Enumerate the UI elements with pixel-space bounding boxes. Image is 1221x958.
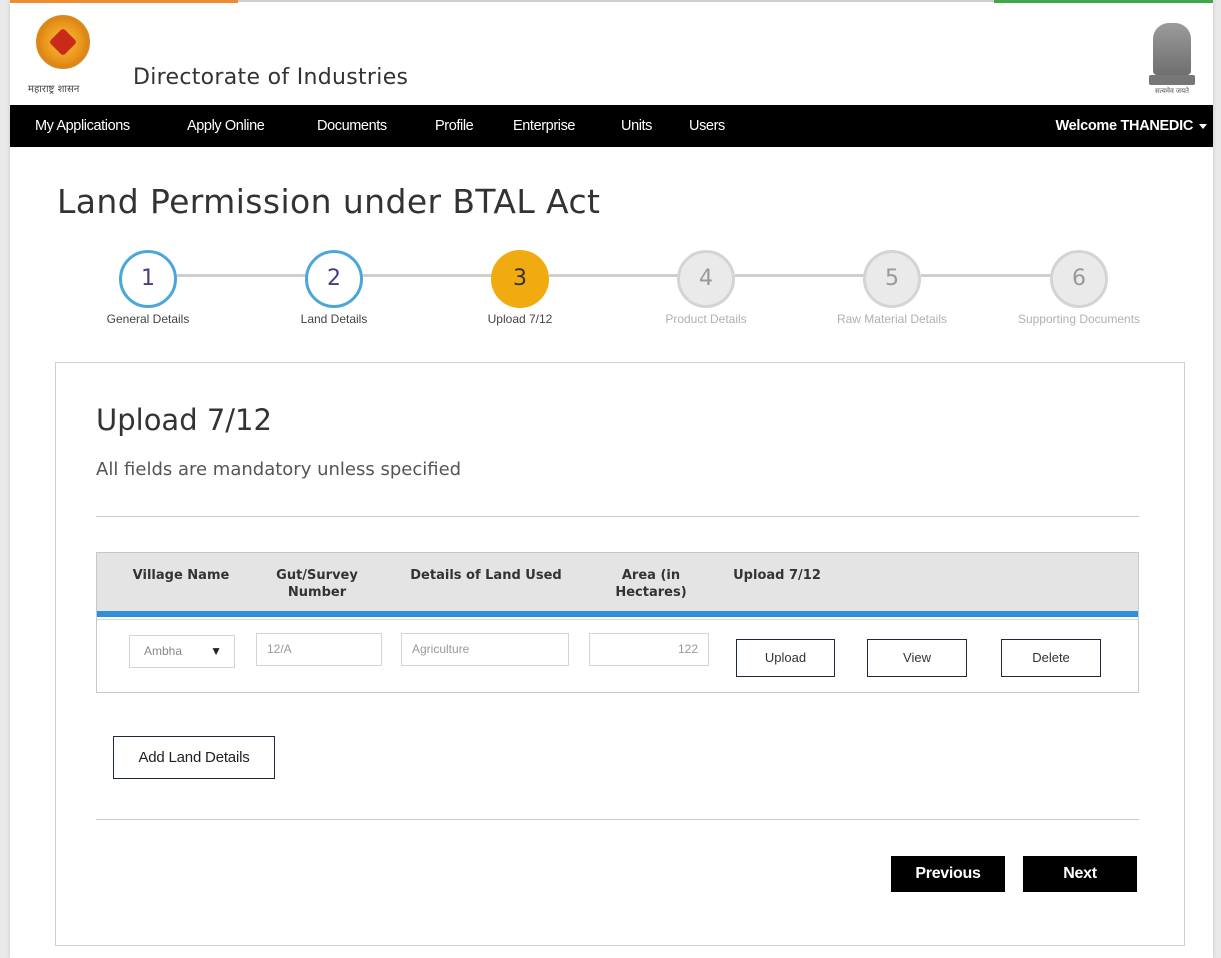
step-3-circle[interactable]: 3 [491, 250, 549, 308]
upload-form-card: Upload 7/12 All fields are mandatory unl… [55, 362, 1185, 946]
step-connector [735, 274, 866, 277]
nav-enterprise[interactable]: Enterprise [513, 118, 575, 134]
step-5-circle: 5 [863, 250, 921, 308]
nav-documents[interactable]: Documents [317, 118, 387, 134]
step-6-label: Supporting Documents [1017, 312, 1141, 326]
national-emblem: सत्यमेव जयते [1145, 23, 1199, 99]
previous-button[interactable]: Previous [891, 856, 1005, 892]
village-select[interactable]: Ambha ▼ [129, 635, 235, 668]
step-2-label: Land Details [300, 312, 368, 326]
table-accent-bar [97, 611, 1138, 617]
area-input[interactable]: 122 [589, 633, 709, 666]
village-value: Ambha [144, 644, 183, 658]
land-details-input[interactable]: Agriculture [401, 633, 569, 666]
view-button[interactable]: View [867, 639, 967, 677]
step-4-label: Product Details [665, 312, 747, 326]
col-area-line2: Hectares) [615, 585, 687, 600]
gut-survey-input[interactable]: 12/A [256, 633, 382, 666]
main-navbar: My Applications Apply Online Documents P… [10, 105, 1213, 147]
step-1-label: General Details [106, 312, 190, 326]
emblem-motto: सत्यमेव जयते [1154, 88, 1190, 95]
step-connector [921, 274, 1052, 277]
site-header: महाराष्ट्र शासन Directorate of Industrie… [10, 3, 1213, 105]
step-5-label: Raw Material Details [836, 312, 948, 326]
welcome-text: Welcome THANEDIC [1055, 118, 1193, 134]
col-area: Area (in Hectares) [591, 567, 711, 601]
step-connector [363, 274, 494, 277]
emblem-base [1149, 75, 1195, 85]
table-header: Village Name Gut/Survey Number Details o… [97, 553, 1138, 611]
tricolor-gray [238, 0, 994, 2]
divider [96, 819, 1139, 820]
col-gut-line1: Gut/Survey [276, 568, 358, 583]
land-table: Village Name Gut/Survey Number Details o… [96, 552, 1139, 693]
page-container: महाराष्ट्र शासन Directorate of Industrie… [10, 0, 1213, 958]
maharashtra-seal-icon [36, 15, 90, 69]
step-connector [549, 274, 680, 277]
col-upload-7-12: Upload 7/12 [733, 568, 821, 583]
delete-button[interactable]: Delete [1001, 639, 1101, 677]
upload-button[interactable]: Upload [736, 639, 835, 677]
divider [96, 516, 1139, 517]
maharashtra-logo: महाराष्ट्र शासन [28, 15, 102, 95]
next-button[interactable]: Next [1023, 856, 1137, 892]
col-village-name: Village Name [132, 568, 230, 583]
nav-apply-online[interactable]: Apply Online [187, 118, 265, 134]
progress-stepper: 1 2 3 4 5 6 General Details Land Details… [10, 246, 1213, 336]
step-2-circle[interactable]: 2 [305, 250, 363, 308]
caret-down-icon [1199, 123, 1207, 129]
step-connector [177, 274, 308, 277]
nav-profile[interactable]: Profile [435, 118, 474, 134]
step-3-label: Upload 7/12 [487, 312, 553, 326]
nav-units[interactable]: Units [621, 118, 652, 134]
step-4-circle: 4 [677, 250, 735, 308]
add-land-details-button[interactable]: Add Land Details [113, 736, 275, 779]
col-details-land-used: Details of Land Used [410, 568, 562, 583]
page-title: Land Permission under BTAL Act [57, 182, 601, 221]
section-title: Upload 7/12 [96, 403, 272, 437]
lion-capital-icon [1153, 23, 1191, 75]
col-gut-survey-number: Gut/Survey Number [257, 567, 377, 601]
nav-my-applications[interactable]: My Applications [35, 118, 130, 134]
logo-caption: महाराष्ट्र शासन [28, 84, 80, 95]
dropdown-arrow-icon: ▼ [210, 644, 222, 658]
section-subtitle: All fields are mandatory unless specifie… [96, 459, 462, 480]
nav-users[interactable]: Users [689, 118, 725, 134]
user-menu[interactable]: Welcome THANEDIC [1055, 118, 1207, 134]
col-gut-line2: Number [287, 585, 347, 600]
col-area-line1: Area (in [621, 568, 681, 583]
step-1-circle[interactable]: 1 [119, 250, 177, 308]
department-title: Directorate of Industries [133, 65, 409, 90]
step-6-circle: 6 [1050, 250, 1108, 308]
row-separator [97, 619, 1138, 620]
